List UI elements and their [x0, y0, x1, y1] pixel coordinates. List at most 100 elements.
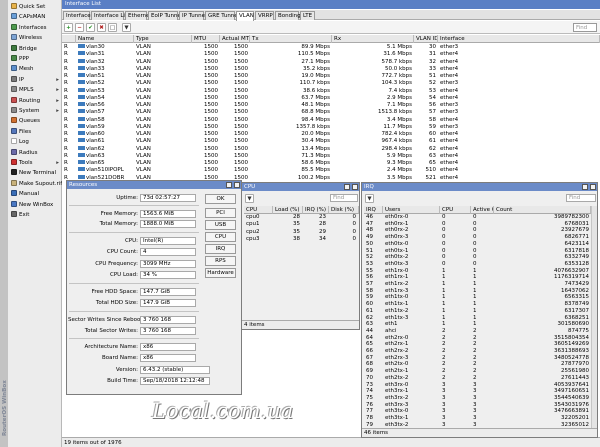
- table-row[interactable]: Rvlan63 VLAN 1500 1500 71.3 Mbps 5.9 Mbps 63 et…: [62, 152, 600, 160]
- sidebar-item-queues[interactable]: Queues: [8, 116, 62, 126]
- sidebar-item-log[interactable]: Log: [8, 137, 62, 147]
- tab-vrrp[interactable]: VRRP: [255, 11, 274, 20]
- add-button[interactable]: +: [64, 23, 73, 32]
- table-row[interactable]: Rvlan65 VLAN 1500 1500 58.6 Mbps 9.3 Mbps 65 et…: [62, 160, 600, 167]
- sidebar-item-quick-set[interactable]: Quick Set: [8, 2, 62, 12]
- field-value-architecture-name: x86: [140, 343, 196, 351]
- table-row[interactable]: Rvlan52 VLAN 1500 1500 110.7 kbps 104.3 kbps 5…: [62, 80, 600, 87]
- sidebar-item-capsman[interactable]: CAPsMAN: [8, 12, 62, 22]
- interface-find-input[interactable]: Find: [573, 23, 597, 32]
- sidebar-item-wireless[interactable]: Wireless: [8, 33, 62, 43]
- sidebar-item-bridge[interactable]: Bridge: [8, 44, 62, 54]
- sidebar-item-system[interactable]: System ▸: [8, 106, 62, 116]
- col-users[interactable]: Users: [383, 206, 440, 214]
- col-count[interactable]: Count: [494, 206, 591, 214]
- cpu-find-input[interactable]: Find: [330, 194, 358, 202]
- sidebar-item-routing[interactable]: Routing ▸: [8, 96, 62, 106]
- usb-button[interactable]: USB: [205, 220, 236, 230]
- ok-button[interactable]: OK: [205, 194, 236, 204]
- col-rx[interactable]: Rx: [332, 35, 414, 43]
- table-row[interactable]: Rvlan33 VLAN 1500 1500 35.2 kbps 50.0 kbps 33 e…: [62, 65, 600, 73]
- table-row[interactable]: Rvlan53 VLAN 1500 1500 38.6 kbps 7.4 kbps 53 et…: [62, 87, 600, 95]
- col-name[interactable]: Name: [76, 35, 134, 43]
- sidebar-item-ppp[interactable]: PPP: [8, 54, 62, 64]
- col-cpu[interactable]: CPU: [440, 206, 471, 214]
- tab-ethernet[interactable]: Ethernet: [125, 11, 152, 20]
- filter-button[interactable]: ▼: [122, 23, 131, 32]
- sidebar-item-files[interactable]: Files: [8, 127, 62, 137]
- col-load[interactable]: Load (%): [273, 206, 303, 214]
- sidebar-item-ip[interactable]: IP ▸: [8, 75, 62, 85]
- table-row[interactable]: Rvlan58 VLAN 1500 1500 98.4 Mbps 3.4 Mbps 58 et…: [62, 116, 600, 124]
- remove-button[interactable]: −: [75, 23, 84, 32]
- col-cpu[interactable]: CPU: [244, 206, 273, 214]
- table-row[interactable]: Rvlan51 VLAN 1500 1500 19.0 Mbps 772.7 kbps 51…: [62, 73, 600, 80]
- table-row[interactable]: Rvlan56 VLAN 1500 1500 48.1 Mbps 7.1 Mbps 56 et…: [62, 102, 600, 109]
- tab-vlan[interactable]: VLAN: [236, 11, 254, 21]
- col-irq[interactable]: IRQ (%): [303, 206, 329, 214]
- table-row[interactable]: cpu0 28 23 0: [242, 214, 359, 221]
- sidebar-item-tools[interactable]: Tools ▸: [8, 158, 62, 168]
- table-row[interactable]: Rvlan54 VLAN 1500 1500 63.7 Mbps 2.9 Mbps 54 et…: [62, 94, 600, 102]
- table-row[interactable]: Rvlan60 VLAN 1500 1500 20.0 Mbps 782.4 kbps 60…: [62, 131, 600, 138]
- col-interface[interactable]: Interface: [438, 35, 600, 43]
- sidebar-item-interfaces[interactable]: Interfaces: [8, 23, 62, 33]
- cell-type: VLAN: [134, 73, 192, 80]
- table-row[interactable]: Rvlan30 VLAN 1500 1500 89.9 Mbps 5.1 Mbps 30 et…: [62, 44, 600, 51]
- table-row[interactable]: cpu1 35 28 0: [242, 221, 359, 228]
- maximize-icon[interactable]: [226, 182, 232, 188]
- col-vlan-id[interactable]: VLAN ID: [414, 35, 438, 43]
- tab-lte[interactable]: LTE: [300, 11, 315, 20]
- pci-button[interactable]: PCI: [205, 208, 236, 218]
- col-actual-mtu[interactable]: Actual MTU: [220, 35, 250, 43]
- close-icon[interactable]: [590, 184, 596, 190]
- col-mtu[interactable]: MTU: [192, 35, 220, 43]
- close-icon[interactable]: [234, 182, 240, 188]
- col-disk[interactable]: Disk (%): [329, 206, 359, 214]
- irq-button[interactable]: IRQ: [205, 244, 236, 254]
- irq-find-input[interactable]: Find: [566, 194, 596, 202]
- close-icon[interactable]: [352, 184, 358, 190]
- table-row[interactable]: 79 eth3tx-2 3 3 32365012: [362, 422, 591, 429]
- disable-button[interactable]: ✖: [97, 23, 106, 32]
- tab-bonding[interactable]: Bonding: [275, 11, 301, 20]
- rps-button[interactable]: RPS: [205, 256, 236, 266]
- col-flag[interactable]: [62, 35, 76, 43]
- sidebar-item-mesh[interactable]: Mesh: [8, 64, 62, 74]
- hardware-button[interactable]: Hardware: [205, 268, 236, 278]
- vlan-icon: [78, 80, 85, 85]
- table-row[interactable]: cpu2 35 29 0: [242, 229, 359, 236]
- col-irq[interactable]: IRQ: [364, 206, 383, 214]
- table-row[interactable]: Rvlan61 VLAN 1500 1500 30.4 Mbps 967.4 kbps 61…: [62, 138, 600, 145]
- sidebar-item-manual[interactable]: Manual: [8, 189, 62, 199]
- sidebar-item-radius[interactable]: Radius: [8, 148, 62, 158]
- col-active-c[interactable]: Active C...: [471, 206, 494, 214]
- table-row[interactable]: cpu3 38 34 0: [242, 236, 359, 243]
- filter-button[interactable]: ▼: [365, 194, 374, 203]
- table-row[interactable]: Rvlan510IPOPL VLAN 1500 1500 85.5 Mbps 2.4 Mb…: [62, 167, 600, 174]
- sidebar-item-mpls[interactable]: MPLS ▸: [8, 85, 62, 95]
- tab-gre-tunnel[interactable]: GRE Tunnel: [205, 11, 239, 20]
- table-row[interactable]: Rvlan57 VLAN 1500 1500 68.8 Mbps 1513.8 kbps 5…: [62, 109, 600, 116]
- irq-scrollbar[interactable]: [591, 206, 597, 430]
- maximize-icon[interactable]: [344, 184, 350, 190]
- enable-button[interactable]: ✔: [86, 23, 95, 32]
- tab-ip-tunnel[interactable]: IP Tunnel: [179, 11, 207, 20]
- table-row[interactable]: Rvlan62 VLAN 1500 1500 13.4 Mbps 298.4 kbps 62…: [62, 145, 600, 153]
- comment-button[interactable]: □: [108, 23, 117, 32]
- sidebar-item-new-winbox[interactable]: New WinBox: [8, 200, 62, 210]
- maximize-icon[interactable]: [582, 184, 588, 190]
- table-row[interactable]: Rvlan59 VLAN 1500 1500 1357.8 kbps 11.7 Mbps 5…: [62, 123, 600, 131]
- tab-interface[interactable]: Interface: [63, 11, 91, 20]
- tab-interface-list[interactable]: Interface List: [91, 11, 130, 20]
- filter-button[interactable]: ▼: [245, 194, 254, 203]
- table-row[interactable]: Rvlan32 VLAN 1500 1500 27.1 Mbps 578.7 kbps 32…: [62, 58, 600, 66]
- col-tx[interactable]: Tx: [250, 35, 332, 43]
- cpu-button[interactable]: CPU: [205, 232, 236, 242]
- sidebar-item-new-terminal[interactable]: New Terminal: [8, 168, 62, 178]
- sidebar-item-make-supout-rif[interactable]: Make Supout.rif: [8, 179, 62, 189]
- col-type[interactable]: Type: [134, 35, 192, 43]
- table-row[interactable]: Rvlan31 VLAN 1500 1500 110.5 Mbps 31.6 Mbps 31…: [62, 51, 600, 58]
- tab-eoip-tunnel[interactable]: EoIP Tunnel: [148, 11, 182, 20]
- sidebar-item-exit[interactable]: Exit: [8, 210, 62, 220]
